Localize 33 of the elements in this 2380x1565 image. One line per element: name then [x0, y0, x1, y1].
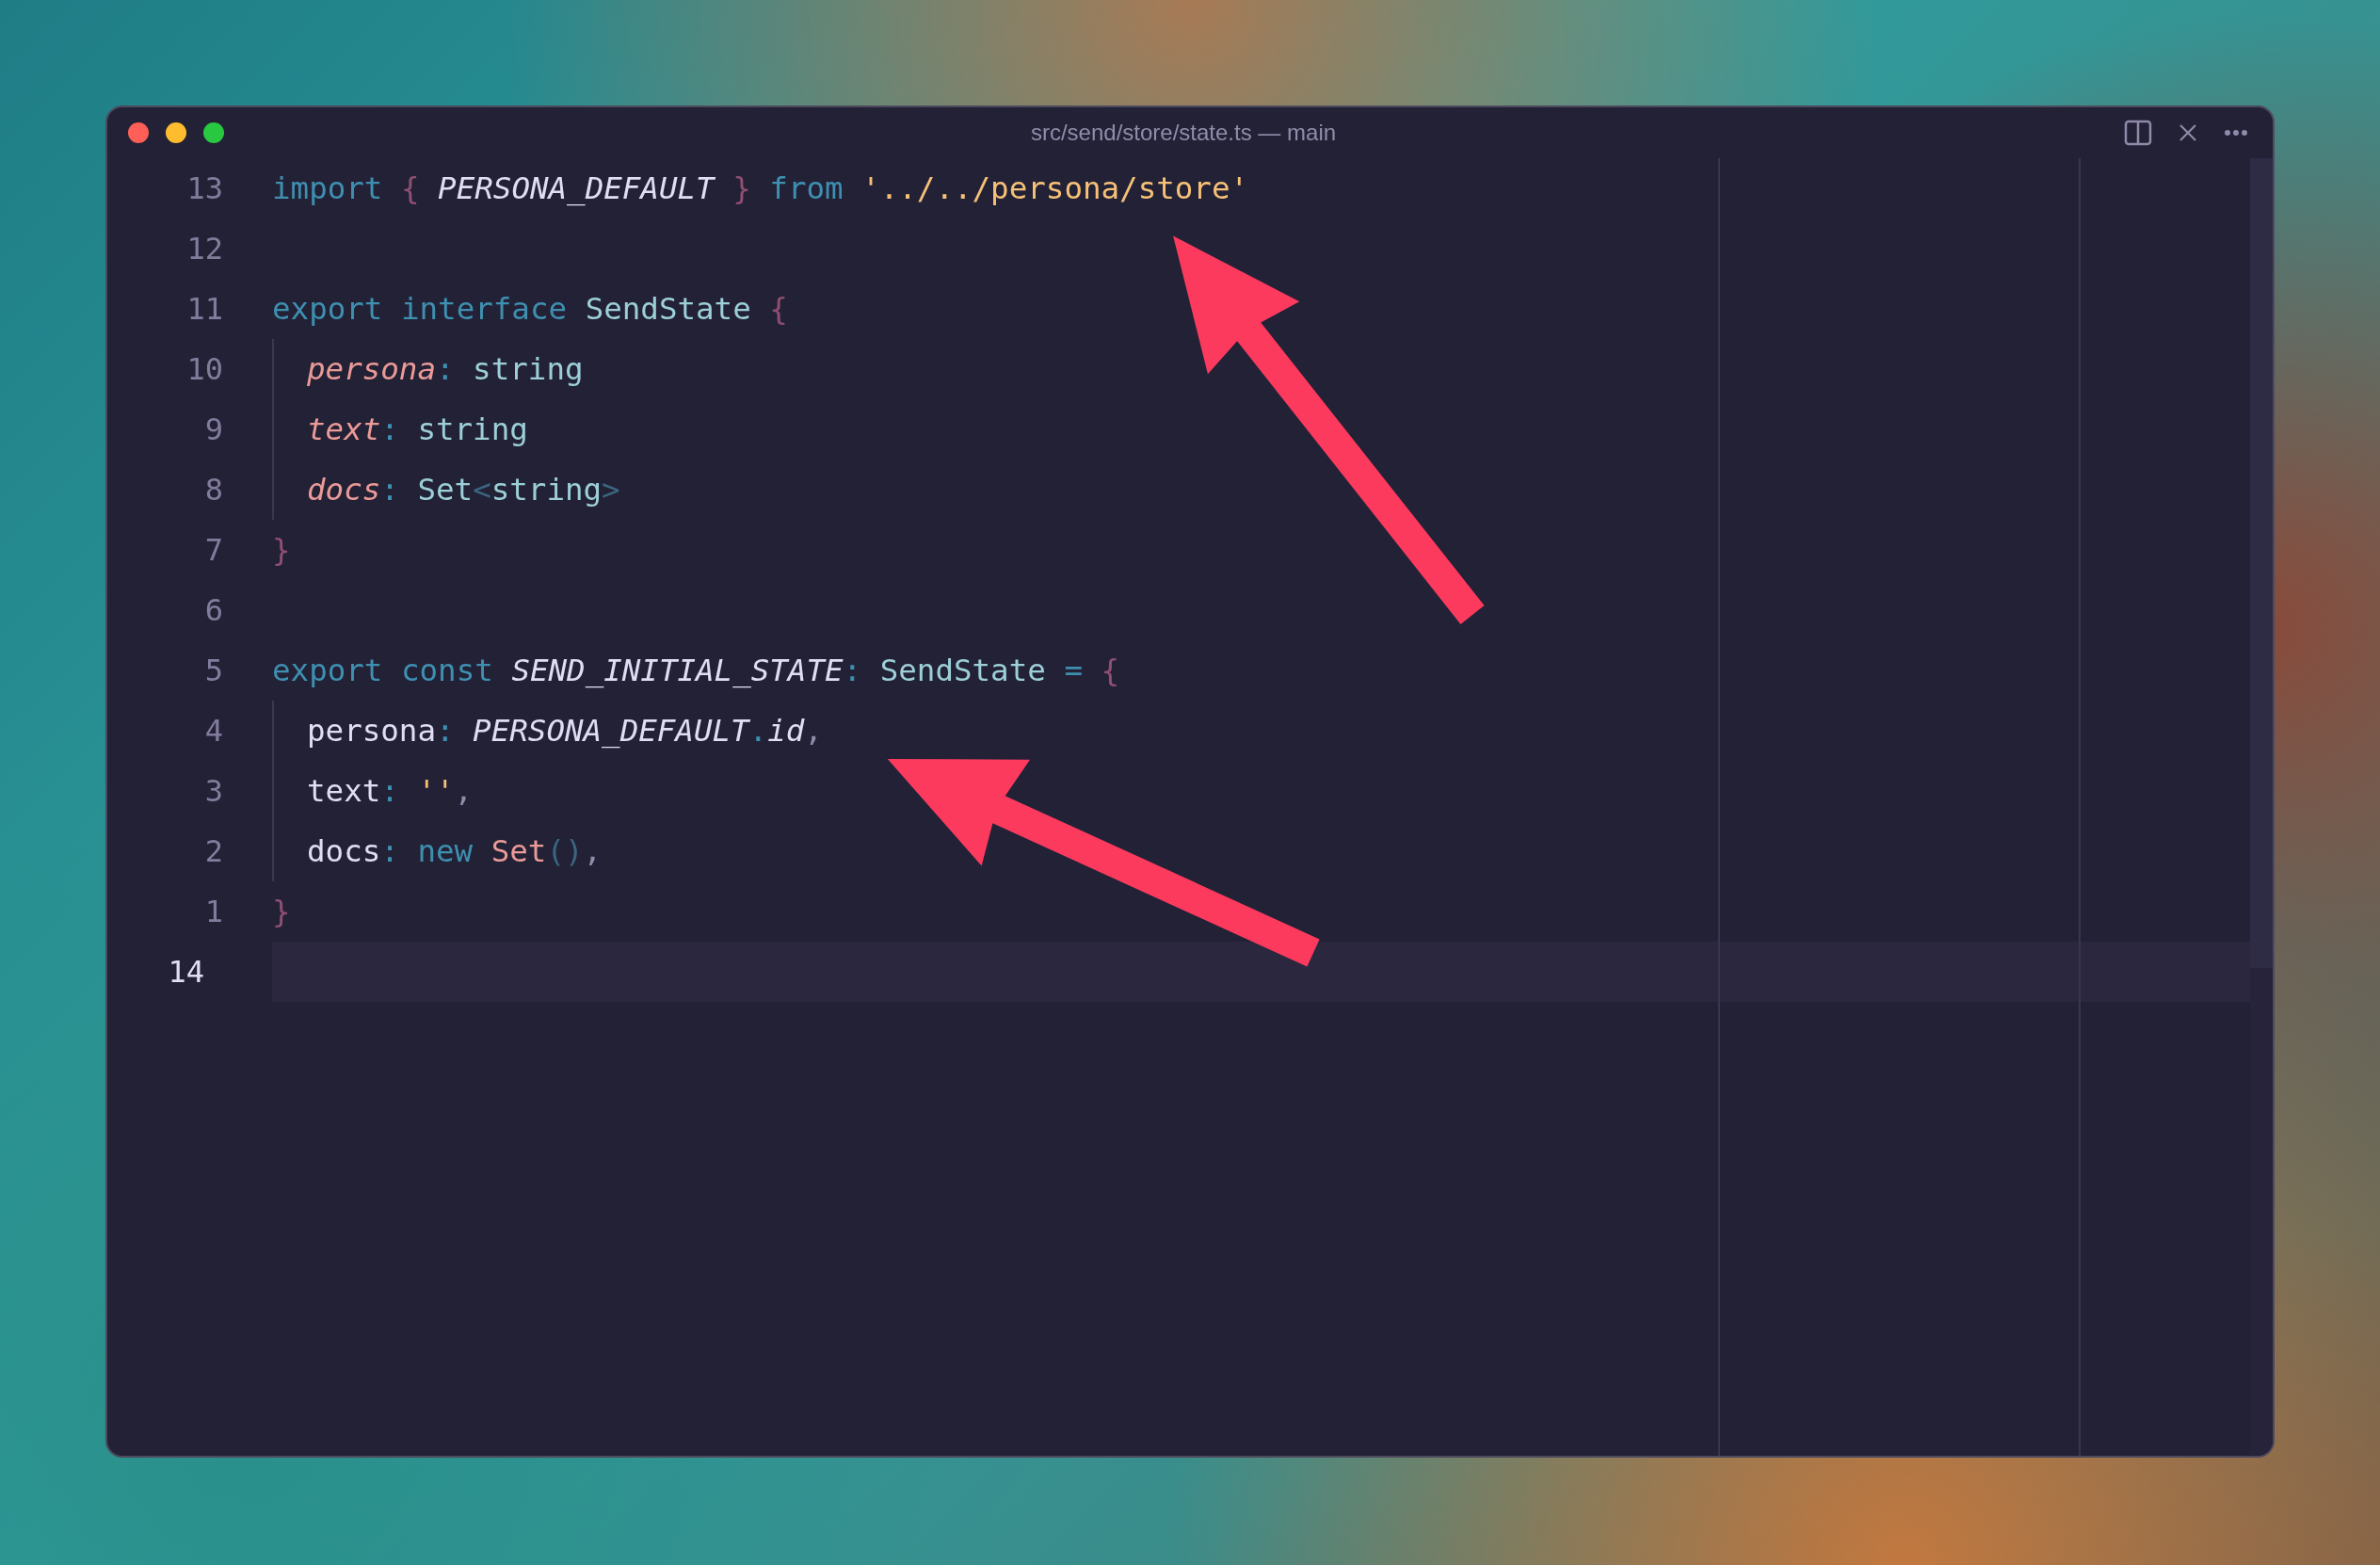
line-number: 11: [185, 290, 223, 329]
code-line: text: '',: [307, 772, 474, 811]
line-number: 8: [203, 471, 223, 509]
line-number: 14: [167, 953, 205, 992]
line-number: 1: [203, 893, 223, 931]
line-number: 2: [203, 832, 223, 871]
minimize-window-button[interactable]: [166, 122, 186, 143]
code-line: import { PERSONA_DEFAULT } from '../../persona/store': [272, 169, 1249, 208]
line-number: 7: [203, 531, 223, 570]
line-number: 3: [203, 772, 223, 811]
close-icon[interactable]: [2179, 123, 2197, 142]
code-line: docs: Set<string>: [307, 471, 620, 509]
code-line: docs: new Set(),: [307, 832, 603, 871]
split-editor-icon[interactable]: [2124, 120, 2152, 146]
more-icon[interactable]: [2224, 129, 2248, 137]
line-number: 13: [185, 169, 223, 208]
code-line: persona: PERSONA_DEFAULT.id,: [307, 712, 823, 750]
line-number: 12: [185, 230, 223, 268]
window-title: src/send/store/state.ts — main: [1029, 120, 1338, 146]
code-line: }: [272, 531, 291, 570]
line-number: 6: [203, 591, 223, 630]
code-line: export const SEND_INITIAL_STATE: SendState = {: [272, 652, 1120, 690]
code-line: }: [272, 893, 291, 931]
zoom-window-button[interactable]: [203, 122, 224, 143]
line-number: 5: [203, 652, 223, 690]
close-window-button[interactable]: [128, 122, 149, 143]
line-number: 9: [203, 411, 223, 449]
line-number: 4: [203, 712, 223, 750]
code-line: persona: string: [307, 350, 584, 389]
code-line: export interface SendState {: [272, 290, 788, 329]
code-line: text: string: [307, 411, 528, 449]
scrollbar[interactable]: [2250, 158, 2273, 1456]
line-number: 10: [185, 350, 223, 389]
